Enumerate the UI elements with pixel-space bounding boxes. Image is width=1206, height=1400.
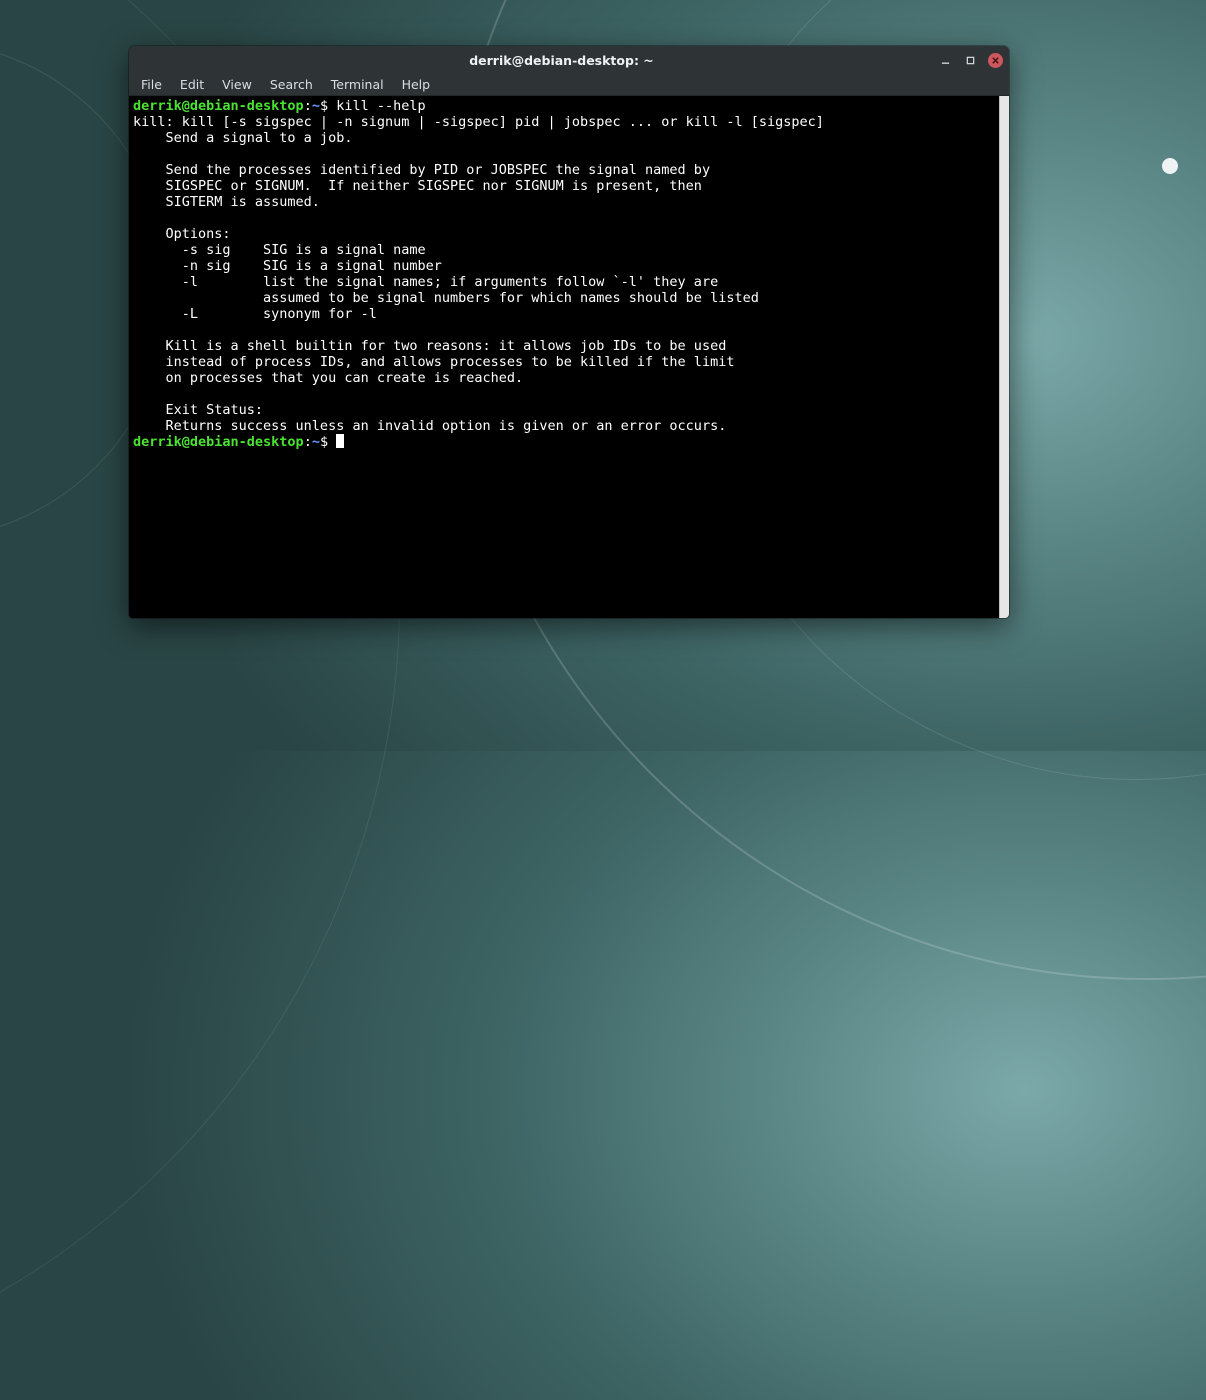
terminal-window: derrik@debian-desktop: ~ File Edit View …: [129, 46, 1009, 618]
menubar: File Edit View Search Terminal Help: [129, 74, 1009, 96]
menu-edit[interactable]: Edit: [172, 75, 212, 94]
window-title: derrik@debian-desktop: ~: [185, 53, 938, 68]
wallpaper-dot: [1162, 158, 1178, 174]
scrollbar[interactable]: [999, 96, 1009, 618]
terminal-output[interactable]: derrik@debian-desktop:~$ kill --help kil…: [129, 96, 999, 618]
menu-terminal[interactable]: Terminal: [323, 75, 392, 94]
menu-file[interactable]: File: [133, 75, 170, 94]
window-controls: [938, 53, 1003, 68]
titlebar[interactable]: derrik@debian-desktop: ~: [129, 46, 1009, 74]
maximize-button[interactable]: [963, 53, 978, 68]
menu-help[interactable]: Help: [394, 75, 439, 94]
close-button[interactable]: [988, 53, 1003, 68]
menu-search[interactable]: Search: [262, 75, 321, 94]
menu-view[interactable]: View: [214, 75, 260, 94]
minimize-button[interactable]: [938, 53, 953, 68]
